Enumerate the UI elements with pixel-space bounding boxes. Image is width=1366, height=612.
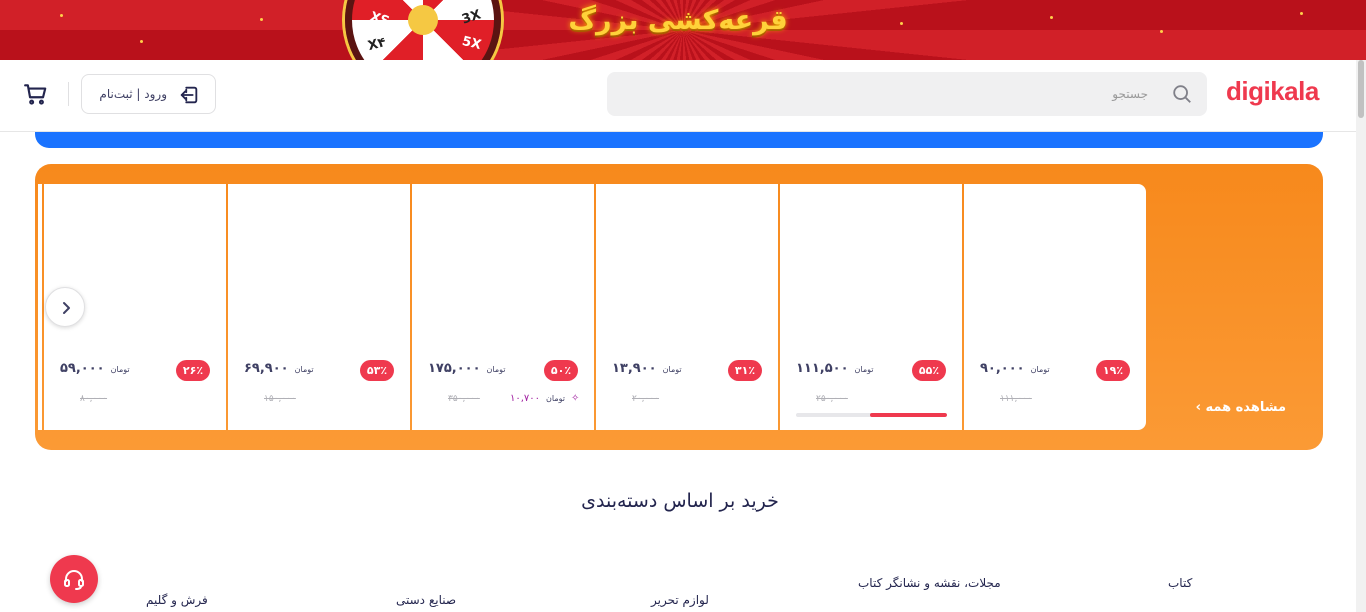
page-scrollbar[interactable] [1356, 60, 1366, 612]
search-box[interactable] [607, 72, 1207, 116]
product-card[interactable]: ۵۵٪ ۱۱۱,۵۰۰ تومان ۲۵۰,۰۰۰ [780, 184, 962, 430]
product-price: ۱۱۱,۵۰۰ تومان [796, 361, 874, 376]
currency-label: تومان [662, 365, 682, 374]
old-price: ۲۵۰,۰۰۰ [816, 394, 848, 404]
old-price: ۸۰,۰۰۰ [80, 394, 108, 404]
product-card[interactable]: ۵۰٪ ۱۷۵,۰۰۰ تومان ۳۵۰,۰۰۰ ۱۰,۷۰۰ تومان ✧ [412, 184, 594, 430]
promo-banner[interactable]: XS 3X 5X X۴ قرعه‌کشی بزرگ [0, 0, 1366, 60]
currency-label: تومان [854, 365, 874, 374]
price-value: ۵۹,۰۰۰ [60, 361, 105, 376]
price-value: ۱۷۵,۰۰۰ [428, 361, 481, 376]
currency-label: تومان [546, 394, 566, 403]
product-price: ۱۳,۹۰۰ تومان [612, 361, 682, 376]
wheel-label: XS [368, 9, 392, 30]
discount-badge: ۳۱٪ [728, 360, 762, 381]
product-card[interactable]: ۱۹٪ ۹۰,۰۰۰ تومان ۱۱۱,۰۰۰ [964, 184, 1146, 430]
headset-icon [64, 570, 84, 590]
old-price: ۱۱۱,۰۰۰ [1000, 394, 1032, 404]
prize-wheel-image: XS 3X 5X X۴ [345, 0, 501, 60]
discount-badge: ۲۶٪ [176, 360, 210, 381]
categories-title: خرید بر اساس دسته‌بندی [581, 490, 779, 512]
wheel-label: 3X [460, 7, 483, 28]
product-price: ۵۹,۰۰۰ تومان [60, 361, 130, 376]
cart-icon[interactable] [23, 81, 49, 107]
sold-progress-fill [870, 413, 947, 417]
old-price: ۳۵۰,۰۰۰ [448, 394, 480, 404]
bonus-value: ۱۰,۷۰۰ [510, 393, 541, 404]
search-input[interactable] [607, 72, 1162, 116]
discount-badge: ۵۰٪ [544, 360, 578, 381]
wheel-label: X۴ [366, 35, 388, 54]
category-item[interactable]: کتاب [1168, 576, 1192, 590]
discount-badge: ۵۵٪ [912, 360, 946, 381]
category-item[interactable]: مجلات، نقشه و نشانگر کتاب [858, 576, 1001, 590]
currency-label: تومان [110, 365, 130, 374]
currency-label: تومان [294, 365, 314, 374]
blue-promo-bar[interactable] [35, 132, 1323, 148]
banner-title: قرعه‌کشی بزرگ [568, 5, 788, 36]
sold-progress-bar [796, 413, 947, 417]
product-card[interactable]: ۵۳٪ ۶۹,۹۰۰ تومان ۱۵۰,۰۰۰ [228, 184, 410, 430]
product-card-partial[interactable] [38, 184, 42, 430]
wheel-label: 5X [460, 33, 483, 54]
currency-label: تومان [486, 365, 506, 374]
product-price: ۶۹,۹۰۰ تومان [244, 361, 314, 376]
old-price: ۲۰,۰۰۰ [632, 394, 660, 404]
bonus-points: ۱۰,۷۰۰ تومان ✧ [510, 393, 579, 404]
old-price: ۱۵۰,۰۰۰ [264, 394, 296, 404]
scrollbar-thumb[interactable] [1358, 60, 1364, 118]
price-value: ۹۰,۰۰۰ [980, 361, 1025, 376]
amazing-product-carousel: ۱۹٪ ۹۰,۰۰۰ تومان ۱۱۱,۰۰۰ ۵۵٪ ۱۱۱,۵۰۰ تومان… [35, 184, 1146, 430]
login-button[interactable]: ورود | ثبت‌نام [81, 74, 216, 114]
support-button[interactable] [50, 555, 98, 603]
digikala-logo[interactable]: digikala [1226, 76, 1319, 107]
discount-badge: ۱۹٪ [1096, 360, 1130, 381]
category-item[interactable]: لوازم تحریر [651, 593, 709, 607]
category-item[interactable]: فرش و گلیم [146, 593, 208, 607]
price-value: ۱۱۱,۵۰۰ [796, 361, 849, 376]
site-header: digikala ورود | ثبت‌نام [0, 60, 1356, 132]
carousel-next-button[interactable] [45, 287, 85, 327]
product-price: ۹۰,۰۰۰ تومان [980, 361, 1050, 376]
login-icon [180, 86, 198, 104]
chevron-right-icon [63, 302, 70, 314]
discount-badge: ۵۳٪ [360, 360, 394, 381]
price-value: ۱۳,۹۰۰ [612, 361, 657, 376]
search-icon[interactable] [1171, 83, 1193, 105]
login-label: ورود | ثبت‌نام [99, 87, 167, 101]
product-card[interactable]: ۳۱٪ ۱۳,۹۰۰ تومان ۲۰,۰۰۰ [596, 184, 778, 430]
price-value: ۶۹,۹۰۰ [244, 361, 289, 376]
category-item[interactable]: صنایع دستی [396, 593, 456, 607]
sparkle-icon: ✧ [571, 393, 580, 404]
see-all-link[interactable]: مشاهده همه › [1186, 400, 1286, 415]
currency-label: تومان [1030, 365, 1050, 374]
product-price: ۱۷۵,۰۰۰ تومان [428, 361, 506, 376]
header-divider [68, 82, 69, 106]
